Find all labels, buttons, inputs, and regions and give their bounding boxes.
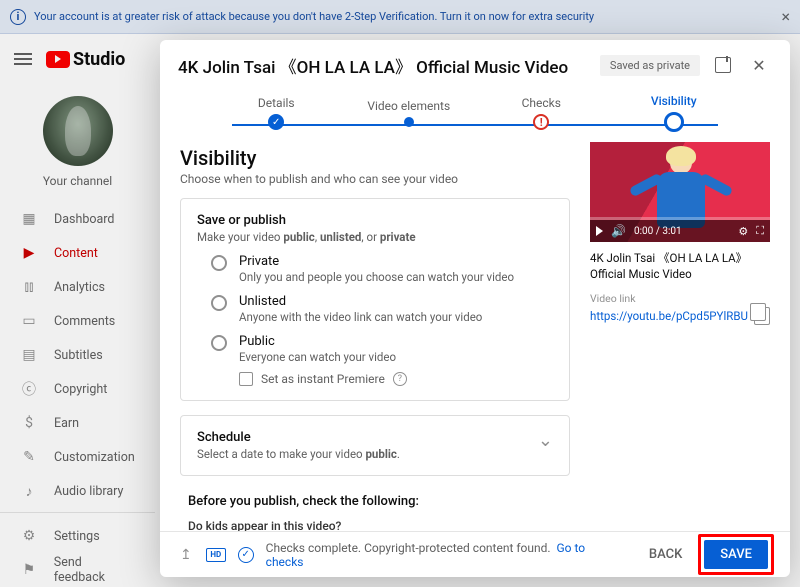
feedback-icon: ⚑ xyxy=(20,562,38,578)
sidebar-item-content[interactable]: ▶Content xyxy=(0,236,155,270)
channel-name: Your channel xyxy=(0,174,155,188)
step-dot-warning-icon xyxy=(533,114,549,130)
hd-status-icon: HD xyxy=(206,547,226,563)
info-icon: i xyxy=(10,9,26,25)
schedule-card[interactable]: Schedule Select a date to make your vide… xyxy=(180,415,570,476)
video-link-label: Video link xyxy=(590,292,770,305)
channel-avatar xyxy=(43,96,113,166)
radio-icon xyxy=(211,255,227,271)
save-button-highlight: SAVE xyxy=(698,534,774,575)
radio-icon xyxy=(211,335,227,351)
step-dot-current-icon xyxy=(664,112,684,132)
sidebar-item-dashboard[interactable]: ▦Dashboard xyxy=(0,202,155,236)
saved-status-badge: Saved as private xyxy=(600,55,700,76)
banner-close-icon[interactable]: × xyxy=(781,7,790,26)
card-title: Save or publish xyxy=(197,213,553,228)
preview-title: 4K Jolin Tsai 《OH LA LA LA》 Official Mus… xyxy=(590,250,770,282)
video-thumbnail[interactable]: 🔊 0:00 / 3:01 ⚙ ⛶ xyxy=(590,142,770,242)
playback-time: 0:00 / 3:01 xyxy=(634,226,682,237)
radio-private[interactable]: PrivateOnly you and people you choose ca… xyxy=(211,254,553,284)
security-banner[interactable]: i Your account is at greater risk of att… xyxy=(0,0,800,34)
chevron-down-icon: ⌄ xyxy=(538,430,553,451)
card-subtitle: Make your video public, unlisted, or pri… xyxy=(197,230,553,244)
gear-icon: ⚙ xyxy=(20,528,38,544)
sidebar-item-comments[interactable]: ▭Comments xyxy=(0,304,155,338)
menu-icon[interactable] xyxy=(14,53,32,65)
section-subtitle: Choose when to publish and who can see y… xyxy=(180,172,570,186)
comments-icon: ▭ xyxy=(20,313,38,329)
sidebar-item-feedback[interactable]: ⚑Send feedback xyxy=(0,553,155,587)
modal-body[interactable]: Visibility Choose when to publish and wh… xyxy=(160,142,790,531)
subtitles-icon: ▤ xyxy=(20,347,38,363)
section-title: Visibility xyxy=(180,146,570,170)
audio-library-icon: ♪ xyxy=(20,483,38,499)
copy-icon[interactable] xyxy=(754,307,770,325)
pre-publish-block: Before you publish, check the following:… xyxy=(180,490,570,531)
copyright-icon: ⓒ xyxy=(20,381,38,397)
close-icon[interactable]: ✕ xyxy=(746,52,772,78)
video-link[interactable]: https://youtu.be/pCpd5PYlRBU xyxy=(590,309,748,323)
premiere-checkbox[interactable]: Set as instant Premiere ? xyxy=(239,372,553,386)
step-dot-complete-icon: ✓ xyxy=(268,114,284,130)
sidebar: Your channel ▦Dashboard ▶Content ⫾⫾Analy… xyxy=(0,84,155,587)
sidebar-item-copyright[interactable]: ⓒCopyright xyxy=(0,372,155,406)
sidebar-item-audio-library[interactable]: ♪Audio library xyxy=(0,474,155,508)
checkbox-icon xyxy=(239,372,253,386)
settings-icon[interactable]: ⚙ xyxy=(738,225,748,238)
modal-footer: ↥ HD ✓ Checks complete. Copyright-protec… xyxy=(160,531,790,577)
save-button[interactable]: SAVE xyxy=(704,540,768,569)
studio-logo[interactable]: Studio xyxy=(46,49,125,70)
volume-icon[interactable]: 🔊 xyxy=(611,224,626,238)
stepper: Details✓ Video elements Checks Visibilit… xyxy=(160,90,790,142)
sidebar-item-customization[interactable]: ✎Customization xyxy=(0,440,155,474)
upload-status-icon: ↥ xyxy=(176,547,196,563)
step-checks[interactable]: Checks xyxy=(475,96,608,130)
dashboard-icon: ▦ xyxy=(20,211,38,227)
sidebar-item-earn[interactable]: $Earn xyxy=(0,406,155,440)
save-publish-card: Save or publish Make your video public, … xyxy=(180,198,570,401)
step-visibility[interactable]: Visibility xyxy=(608,94,741,132)
video-edit-modal: 4K Jolin Tsai 《OH LA LA LA》 Official Mus… xyxy=(160,40,790,577)
customization-icon: ✎ xyxy=(20,449,38,465)
radio-public[interactable]: PublicEveryone can watch your video xyxy=(211,334,553,364)
help-icon[interactable]: ? xyxy=(393,372,407,386)
analytics-icon: ⫾⫾ xyxy=(20,279,38,295)
footer-status-text: Checks complete. Copyright-protected con… xyxy=(266,541,623,569)
radio-icon xyxy=(211,295,227,311)
sidebar-item-analytics[interactable]: ⫾⫾Analytics xyxy=(0,270,155,304)
checks-status-icon: ✓ xyxy=(236,547,256,563)
banner-text: Your account is at greater risk of attac… xyxy=(34,10,594,23)
modal-title: 4K Jolin Tsai 《OH LA LA LA》 Official Mus… xyxy=(178,53,590,78)
channel-block[interactable]: Your channel xyxy=(0,90,155,202)
earn-icon: $ xyxy=(20,415,38,431)
step-dot-icon xyxy=(404,117,414,127)
play-icon[interactable] xyxy=(596,226,603,236)
step-details[interactable]: Details✓ xyxy=(210,96,343,130)
sidebar-item-subtitles[interactable]: ▤Subtitles xyxy=(0,338,155,372)
content-icon: ▶ xyxy=(20,245,38,261)
back-button[interactable]: BACK xyxy=(643,541,688,568)
radio-unlisted[interactable]: UnlistedAnyone with the video link can w… xyxy=(211,294,553,324)
preview-panel: 🔊 0:00 / 3:01 ⚙ ⛶ 4K Jolin Tsai 《OH LA L… xyxy=(590,142,770,531)
sidebar-item-settings[interactable]: ⚙Settings xyxy=(0,519,155,553)
fullscreen-icon[interactable]: ⛶ xyxy=(756,224,764,238)
step-video-elements[interactable]: Video elements xyxy=(343,99,476,127)
modal-header: 4K Jolin Tsai 《OH LA LA LA》 Official Mus… xyxy=(160,40,790,90)
send-feedback-icon[interactable] xyxy=(710,52,736,78)
youtube-icon xyxy=(46,51,70,68)
